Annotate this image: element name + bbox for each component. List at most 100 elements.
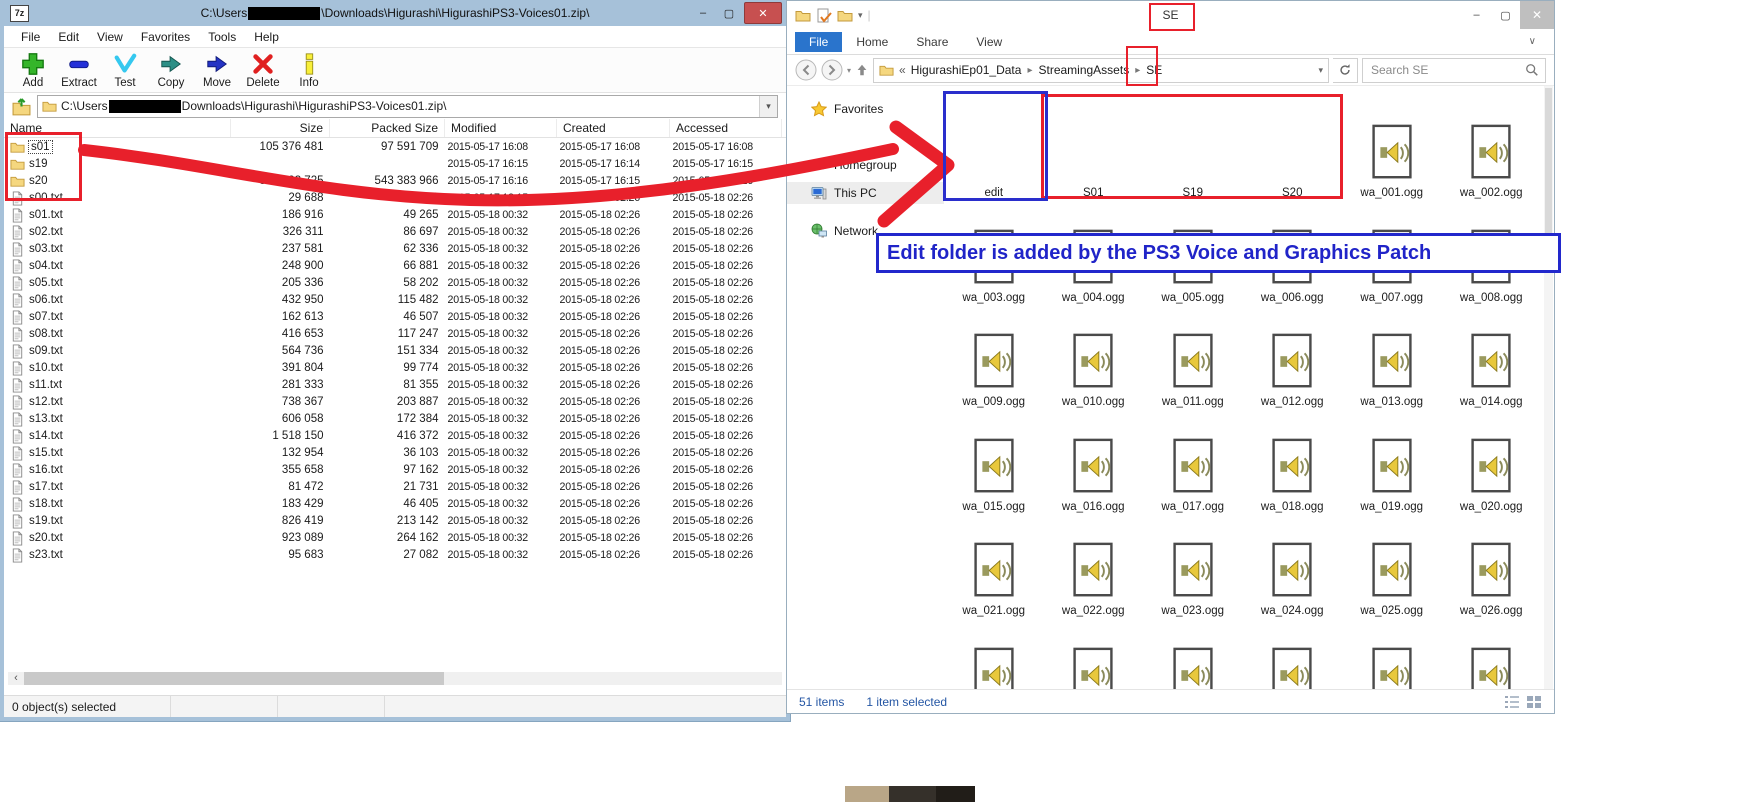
tile-edit[interactable]: edit bbox=[944, 96, 1044, 201]
table-row[interactable]: s20580 093 725543 383 9662015-05-17 16:1… bbox=[4, 172, 786, 189]
delete-button[interactable]: Delete bbox=[240, 52, 286, 89]
view-thumbnails-icon[interactable] bbox=[1526, 695, 1542, 709]
recent-dropdown-icon[interactable]: ▾ bbox=[847, 66, 851, 75]
ribbon-collapse-icon[interactable]: ∨ bbox=[1529, 36, 1536, 47]
table-row[interactable]: s18.txt183 42946 4052015-05-18 00:322015… bbox=[4, 495, 786, 512]
forward-button[interactable] bbox=[821, 59, 843, 81]
table-row[interactable]: s07.txt162 61346 5072015-05-18 00:322015… bbox=[4, 308, 786, 325]
scrollbar-thumb[interactable] bbox=[1545, 88, 1552, 238]
search-input[interactable] bbox=[1369, 62, 1521, 78]
table-row[interactable]: s17.txt81 47221 7312015-05-18 00:322015-… bbox=[4, 478, 786, 495]
tile-partial[interactable] bbox=[1342, 619, 1442, 693]
table-row[interactable]: s12.txt738 367203 8872015-05-18 00:32201… bbox=[4, 393, 786, 410]
tab-file[interactable]: File bbox=[795, 32, 842, 52]
sidebar-item-homegroup[interactable]: Homegroup bbox=[787, 154, 944, 176]
extract-button[interactable]: Extract bbox=[56, 52, 102, 89]
up-button[interactable] bbox=[855, 63, 869, 77]
table-row[interactable]: s04.txt248 90066 8812015-05-18 00:322015… bbox=[4, 257, 786, 274]
sevenzip-address-bar[interactable]: C:\UsersDownloads\Higurashi\HigurashiPS3… bbox=[37, 95, 778, 118]
tile-wa_005.ogg[interactable]: wa_005.ogg bbox=[1143, 201, 1243, 306]
table-row[interactable]: s11.txt281 33381 3552015-05-18 00:322015… bbox=[4, 376, 786, 393]
folder-icon[interactable] bbox=[795, 8, 811, 23]
menu-item-tools[interactable]: Tools bbox=[199, 28, 245, 46]
tile-wa_018.ogg[interactable]: wa_018.ogg bbox=[1243, 410, 1343, 515]
tile-wa_008.ogg[interactable]: wa_008.ogg bbox=[1442, 201, 1542, 306]
maximize-button[interactable]: ▢ bbox=[1491, 4, 1520, 26]
column-header-packed-size[interactable]: Packed Size bbox=[330, 119, 445, 138]
menu-item-file[interactable]: File bbox=[12, 28, 49, 46]
back-button[interactable] bbox=[795, 59, 817, 81]
tile-wa_009.ogg[interactable]: wa_009.ogg bbox=[944, 305, 1044, 410]
tile-wa_015.ogg[interactable]: wa_015.ogg bbox=[944, 410, 1044, 515]
tile-S01[interactable]: S01 bbox=[1044, 96, 1144, 201]
sidebar-item-favorites[interactable]: Favorites bbox=[787, 98, 944, 120]
tile-wa_001.ogg[interactable]: wa_001.ogg bbox=[1342, 96, 1442, 201]
tile-wa_016.ogg[interactable]: wa_016.ogg bbox=[1044, 410, 1144, 515]
tile-wa_020.ogg[interactable]: wa_020.ogg bbox=[1442, 410, 1542, 515]
tile-wa_006.ogg[interactable]: wa_006.ogg bbox=[1243, 201, 1343, 306]
address-dropdown-icon[interactable]: ▾ bbox=[1318, 65, 1323, 76]
view-list-icon[interactable] bbox=[1504, 695, 1520, 709]
breadcrumb-item[interactable]: SE bbox=[1146, 63, 1162, 77]
sevenzip-titlebar[interactable]: 7z C:\Users\Downloads\Higurashi\Higurash… bbox=[4, 0, 786, 26]
properties-check-icon[interactable] bbox=[816, 8, 832, 23]
minimize-button[interactable]: – bbox=[1462, 4, 1491, 26]
menu-item-favorites[interactable]: Favorites bbox=[132, 28, 199, 46]
tab-share[interactable]: Share bbox=[902, 32, 962, 52]
close-button[interactable]: ✕ bbox=[744, 2, 782, 24]
column-header-modified[interactable]: Modified bbox=[445, 119, 557, 138]
tile-S20[interactable]: S20 bbox=[1243, 96, 1343, 201]
tile-wa_003.ogg[interactable]: wa_003.ogg bbox=[944, 201, 1044, 306]
tile-wa_013.ogg[interactable]: wa_013.ogg bbox=[1342, 305, 1442, 410]
column-header-accessed[interactable]: Accessed bbox=[670, 119, 782, 138]
tile-wa_010.ogg[interactable]: wa_010.ogg bbox=[1044, 305, 1144, 410]
table-row[interactable]: s15.txt132 95436 1032015-05-18 00:322015… bbox=[4, 444, 786, 461]
column-header-created[interactable]: Created bbox=[557, 119, 670, 138]
table-row[interactable]: s192015-05-17 16:152015-05-17 16:142015-… bbox=[4, 155, 786, 172]
table-row[interactable]: s00.txt29 6881 5612015-05-17 18:152015-0… bbox=[4, 189, 786, 206]
tile-wa_022.ogg[interactable]: wa_022.ogg bbox=[1044, 514, 1144, 619]
table-row[interactable]: s05.txt205 33658 2022015-05-18 00:322015… bbox=[4, 274, 786, 291]
close-button[interactable]: ✕ bbox=[1520, 1, 1554, 29]
tile-wa_019.ogg[interactable]: wa_019.ogg bbox=[1342, 410, 1442, 515]
sidebar-item-network[interactable]: Network bbox=[787, 220, 944, 242]
tile-partial[interactable] bbox=[944, 619, 1044, 693]
breadcrumb-separator-icon[interactable]: ▸ bbox=[1135, 65, 1140, 76]
breadcrumb-overflow[interactable]: « bbox=[899, 63, 906, 77]
tab-view[interactable]: View bbox=[962, 32, 1016, 52]
table-row[interactable]: s10.txt391 80499 7742015-05-18 00:322015… bbox=[4, 359, 786, 376]
column-header-size[interactable]: Size bbox=[231, 119, 330, 138]
info-button[interactable]: Info bbox=[286, 52, 332, 89]
tile-partial[interactable] bbox=[1143, 619, 1243, 693]
table-row[interactable]: s16.txt355 65897 1622015-05-18 00:322015… bbox=[4, 461, 786, 478]
tile-wa_021.ogg[interactable]: wa_021.ogg bbox=[944, 514, 1044, 619]
tile-partial[interactable] bbox=[1243, 619, 1343, 693]
table-row[interactable]: s01.txt186 91649 2652015-05-18 00:322015… bbox=[4, 206, 786, 223]
tile-wa_017.ogg[interactable]: wa_017.ogg bbox=[1143, 410, 1243, 515]
table-row[interactable]: s06.txt432 950115 4822015-05-18 00:32201… bbox=[4, 291, 786, 308]
table-row[interactable]: s08.txt416 653117 2472015-05-18 00:32201… bbox=[4, 325, 786, 342]
tile-wa_023.ogg[interactable]: wa_023.ogg bbox=[1143, 514, 1243, 619]
maximize-button[interactable]: ▢ bbox=[716, 3, 742, 23]
menu-item-edit[interactable]: Edit bbox=[49, 28, 88, 46]
tile-wa_011.ogg[interactable]: wa_011.ogg bbox=[1143, 305, 1243, 410]
table-row[interactable]: s01105 376 48197 591 7092015-05-17 16:08… bbox=[4, 138, 786, 156]
refresh-button[interactable] bbox=[1333, 58, 1358, 83]
sidebar-item-this-pc[interactable]: This PC bbox=[787, 182, 944, 204]
menu-item-help[interactable]: Help bbox=[245, 28, 288, 46]
table-row[interactable]: s03.txt237 58162 3362015-05-18 00:322015… bbox=[4, 240, 786, 257]
table-row[interactable]: s14.txt1 518 150416 3722015-05-18 00:322… bbox=[4, 427, 786, 444]
breadcrumb-item[interactable]: StreamingAssets bbox=[1038, 63, 1129, 77]
breadcrumb-item[interactable]: HigurashiEp01_Data bbox=[911, 63, 1022, 77]
qat-dropdown-icon[interactable]: ▾ bbox=[858, 10, 863, 21]
horizontal-scrollbar[interactable]: ‹ bbox=[8, 672, 782, 685]
move-button[interactable]: Move bbox=[194, 52, 240, 89]
tile-wa_014.ogg[interactable]: wa_014.ogg bbox=[1442, 305, 1542, 410]
tile-wa_007.ogg[interactable]: wa_007.ogg bbox=[1342, 201, 1442, 306]
breadcrumb-separator-icon[interactable]: ▸ bbox=[1027, 65, 1032, 76]
scrollbar-thumb[interactable] bbox=[24, 672, 444, 685]
tile-wa_002.ogg[interactable]: wa_002.ogg bbox=[1442, 96, 1542, 201]
tile-wa_004.ogg[interactable]: wa_004.ogg bbox=[1044, 201, 1144, 306]
search-box[interactable] bbox=[1362, 58, 1546, 83]
copy-button[interactable]: Copy bbox=[148, 52, 194, 89]
